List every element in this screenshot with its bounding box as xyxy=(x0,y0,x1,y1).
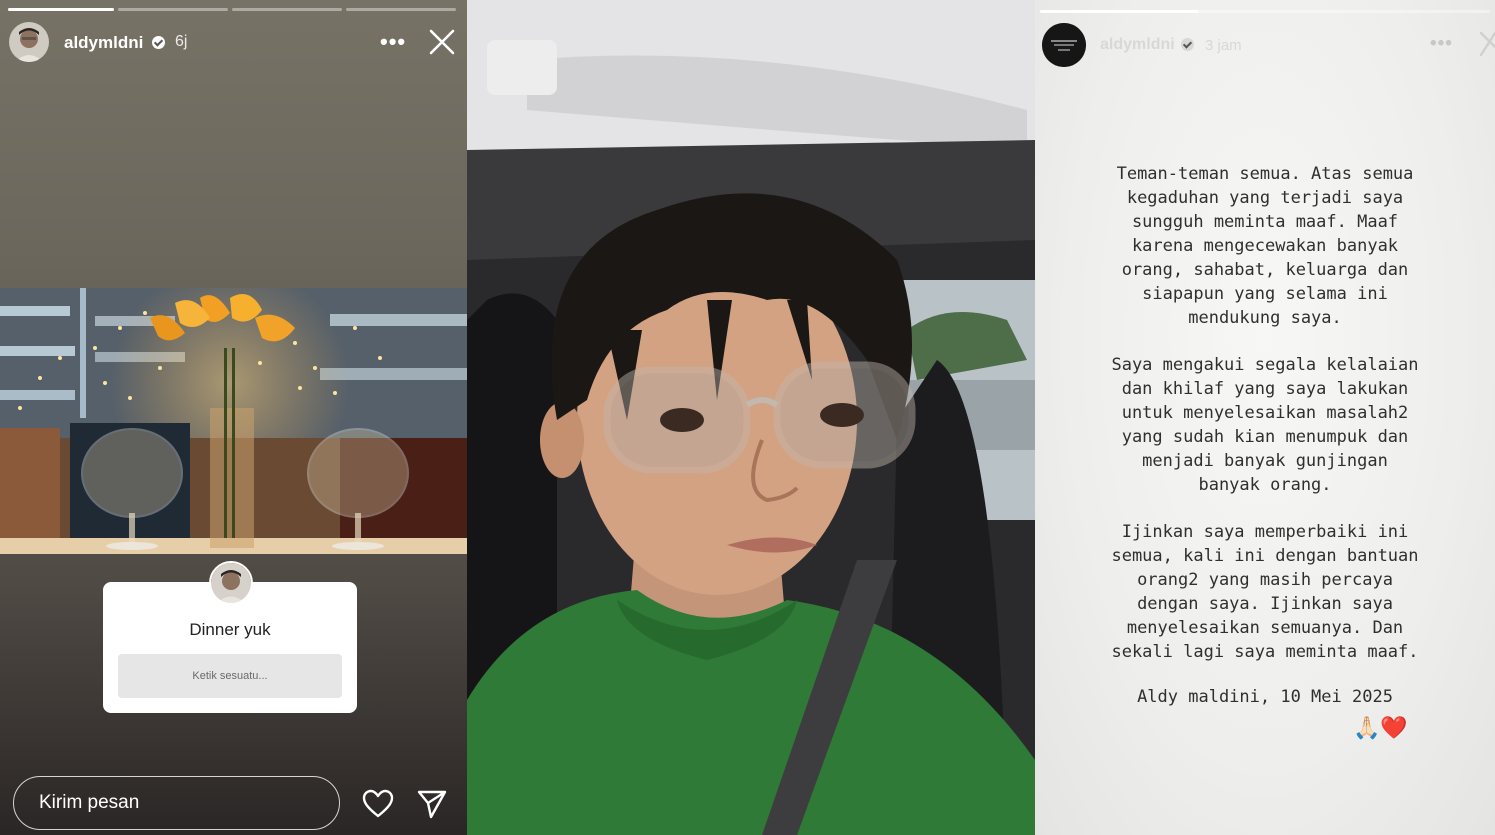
story-timestamp: 6j xyxy=(175,33,188,50)
statement-text: Teman-teman semua. Atas semua kegaduhan … xyxy=(1035,162,1495,687)
story-progress-fill-1 xyxy=(8,8,114,11)
story-progress-fill-statement xyxy=(1040,10,1198,13)
story-username[interactable]: aldymldni xyxy=(64,33,143,53)
more-options-icon[interactable]: ••• xyxy=(380,29,406,55)
statement-paragraph-1: Teman-teman semua. Atas semua kegaduhan … xyxy=(1116,164,1414,328)
close-icon[interactable] xyxy=(1479,30,1495,58)
statement-avatar[interactable] xyxy=(1042,23,1086,67)
story-progress-segment-1 xyxy=(8,8,114,11)
story-progress-segment-4 xyxy=(346,8,456,11)
pray-heart-emoji: 🙏🏻❤️ xyxy=(1353,715,1408,740)
sticker-answer-input[interactable] xyxy=(118,654,342,698)
send-icon[interactable] xyxy=(417,789,447,819)
verified-badge-icon xyxy=(152,36,165,49)
story-progress-segment-3 xyxy=(232,8,342,11)
statement-paragraph-3: Ijinkan saya memperbaiki ini semua, kali… xyxy=(1111,522,1419,662)
sticker-question: Dinner yuk xyxy=(189,620,271,639)
avatar[interactable] xyxy=(9,22,49,62)
story-panel-statement: aldymldni 3 jam ••• Teman-teman semua. A… xyxy=(1035,0,1495,835)
story-timestamp: 3 jam xyxy=(1205,37,1242,54)
sticker-avatar xyxy=(209,561,253,605)
heart-icon[interactable] xyxy=(362,789,394,819)
selfie-photo xyxy=(467,0,1035,835)
close-icon[interactable] xyxy=(428,28,456,56)
statement-paragraph-2: Saya mengakui segala kelalaian dan khila… xyxy=(1111,355,1419,495)
more-options-icon[interactable]: ••• xyxy=(1430,33,1453,55)
statement-signature: Aldy maldini, 10 Mei 2025 xyxy=(1137,687,1393,707)
story-progress-segment-2 xyxy=(118,8,228,11)
send-message-input[interactable] xyxy=(13,776,340,830)
story-panel-selfie xyxy=(467,0,1035,835)
story-progress-segment-statement xyxy=(1040,10,1490,13)
verified-badge-icon xyxy=(1181,38,1194,51)
story-username[interactable]: aldymldni xyxy=(1100,36,1175,54)
story-panel-dinner: aldymldni 6j ••• Dinner yuk Ketik sesuat… xyxy=(0,0,467,835)
dinner-photo xyxy=(0,288,467,554)
